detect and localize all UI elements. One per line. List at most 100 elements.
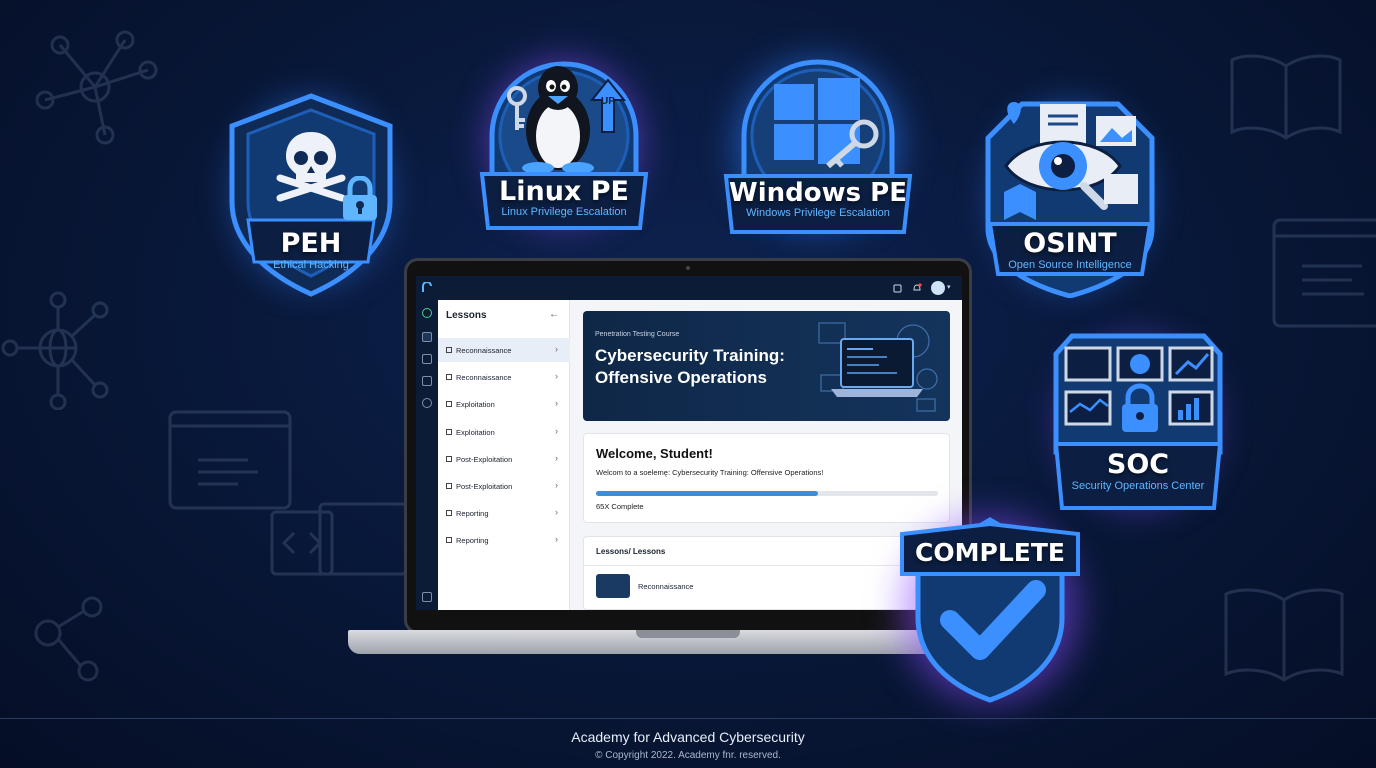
checkbox-icon [446, 483, 452, 489]
linux-pe-badge[interactable]: UP Linux PE Linux Privilege Escalation [478, 52, 650, 234]
sidebar-item-post-exploitation[interactable]: Post-Exploitation › [438, 447, 570, 471]
chevron-right-icon: › [555, 426, 558, 436]
key-icon [507, 86, 527, 130]
welcome-text: Welcom to a soelemę: Cybersecurity Train… [596, 468, 824, 477]
globe-network-icon [1, 291, 109, 410]
sidebar-item-reconnaissance[interactable]: Reconnaissance › [438, 338, 570, 362]
hero-title: Cybersecurity Training: Offensive Operat… [595, 346, 785, 387]
checkbox-icon [446, 347, 452, 353]
sidebar-item-exploitation[interactable]: Exploitation › [438, 420, 570, 444]
app-top-bar: ▾ [416, 276, 962, 300]
book-icon [1224, 588, 1344, 682]
sidebar-item-label: Post-Exploitation [456, 455, 513, 464]
inbox-icon[interactable] [422, 376, 432, 386]
chevron-right-icon: › [555, 398, 558, 408]
sidebar-item-reporting[interactable]: Reporting › [438, 528, 570, 552]
lesson-list-header: Lessons/ Lessons [596, 547, 666, 556]
checkbox-icon [446, 374, 452, 380]
windows-pe-badge[interactable]: Windows PE Windows Privilege Escalation [722, 52, 914, 238]
sidebar-item-exploitation[interactable]: Exploitation › [438, 392, 570, 416]
lms-app: ▾ Lessons ← Reconnaissance › Reconnaissa… [416, 276, 962, 610]
checkbox-icon [446, 510, 452, 516]
course-progress-bar [596, 491, 938, 496]
sidebar-item-reconnaissance[interactable]: Reconnaissance › [438, 365, 570, 389]
windows-pe-title: Windows PE [729, 178, 907, 208]
calendar-icon[interactable] [422, 354, 432, 364]
sidebar-item-reporting[interactable]: Reporting › [438, 501, 570, 525]
laptop-notch [636, 630, 740, 638]
footer-title: Academy for Advanced Cybersecurity [571, 729, 805, 745]
padlock-icon [343, 176, 377, 220]
lesson-list-card: Lessons/ Lessons Reconnaissance [583, 536, 950, 610]
linux-pe-subtitle: Linux Privilege Escalation [501, 206, 627, 218]
courses-icon[interactable] [422, 332, 432, 342]
course-hero-banner: Penetration Testing Course Cybersecurity… [583, 311, 950, 421]
osint-subtitle: Open Source Intelligence [1008, 259, 1132, 271]
bell-icon[interactable] [912, 283, 922, 293]
progress-label: 65X Complete [596, 502, 644, 511]
peh-badge[interactable]: PEH Ethical Hacking [222, 92, 400, 298]
up-tag: UP [601, 96, 615, 107]
linux-penguin-icon [522, 66, 594, 172]
code-window-icon [168, 410, 292, 510]
code-monitor-icon [270, 502, 408, 576]
sidebar-item-label: Exploitation [456, 428, 495, 437]
linux-pe-title: Linux PE [499, 176, 629, 207]
open-book-icon [1230, 54, 1342, 140]
home-icon[interactable] [422, 308, 432, 318]
complete-badge[interactable]: COMPLETE [898, 516, 1082, 704]
lesson-thumbnail [596, 574, 630, 598]
sidebar-item-label: Exploitation [456, 400, 495, 409]
sidebar-item-label: Post-Exploitation [456, 482, 513, 491]
back-arrow-icon[interactable]: ← [549, 309, 559, 320]
laptop-camera [686, 266, 690, 270]
lesson-item[interactable]: Reconnaissance [638, 582, 693, 591]
chevron-right-icon: › [555, 344, 558, 354]
hero-kicker: Penetration Testing Course [595, 331, 680, 338]
welcome-card: Welcome, Student! Welcom to a soelemę: C… [583, 433, 950, 523]
code-panel-icon [1272, 218, 1376, 328]
laptop-illustration-icon [818, 322, 938, 412]
complete-title: COMPLETE [915, 538, 1065, 567]
welcome-title: Welcome, Student! [596, 446, 713, 461]
chevron-right-icon: › [555, 371, 558, 381]
soc-subtitle: Security Operations Center [1071, 480, 1205, 492]
peh-subtitle: Ethical Hacking [273, 259, 349, 271]
soc-title: SOC [1106, 449, 1170, 480]
app-nav-rail [416, 300, 438, 610]
chevron-down-icon[interactable]: ▾ [947, 283, 951, 291]
chevron-right-icon: › [555, 534, 558, 544]
soc-badge[interactable]: SOC Security Operations Center [1052, 332, 1224, 514]
avatar[interactable] [931, 281, 945, 295]
app-logo-icon [422, 282, 432, 292]
osint-title: OSINT [1023, 228, 1117, 259]
share-nodes-icon [34, 596, 103, 682]
monitors-icon [1064, 346, 1214, 432]
eye-magnifier-icon [1004, 102, 1138, 220]
divider [584, 565, 949, 566]
footer-copyright: © Copyright 2022. Academy fnr. reserved. [595, 750, 781, 761]
skull-crossbones-icon [276, 132, 346, 202]
settings-icon[interactable] [422, 398, 432, 408]
chevron-right-icon: › [555, 453, 558, 463]
osint-badge[interactable]: OSINT Open Source Intelligence [982, 98, 1158, 298]
checkbox-icon [446, 429, 452, 435]
checkbox-icon [446, 401, 452, 407]
progress-fill [596, 491, 819, 496]
chevron-right-icon: › [555, 507, 558, 517]
chevron-right-icon: › [555, 480, 558, 490]
checkbox-icon [446, 537, 452, 543]
windows-pe-subtitle: Windows Privilege Escalation [746, 207, 890, 219]
lessons-sidebar: Lessons ← Reconnaissance › Reconnaissanc… [438, 300, 570, 610]
peh-title: PEH [280, 228, 342, 259]
checkbox-icon [446, 456, 452, 462]
sidebar-item-post-exploitation[interactable]: Post-Exploitation › [438, 474, 570, 498]
sidebar-item-label: Reconnaissance [456, 373, 512, 382]
messages-icon[interactable] [893, 284, 902, 293]
sidebar-item-label: Reporting [456, 509, 489, 518]
footer-divider [0, 718, 1376, 719]
logout-icon[interactable] [422, 592, 432, 602]
network-graph-icon [35, 30, 158, 145]
key-icon [826, 119, 879, 169]
sidebar-item-label: Reconnaissance [456, 346, 512, 355]
